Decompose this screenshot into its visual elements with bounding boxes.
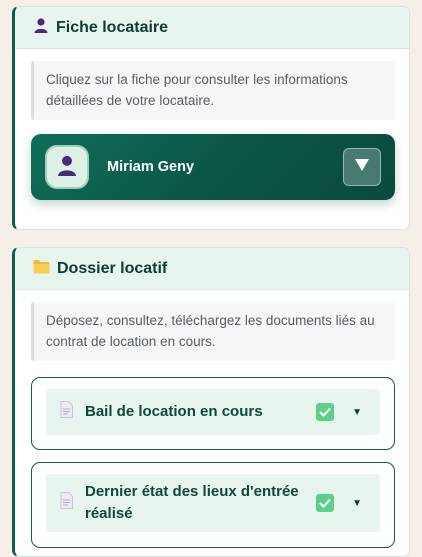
document-item[interactable]: Bail de location en cours ▼ [31,377,395,450]
document-label: Dernier état des lieux d'entrée réalisé [85,483,299,522]
checkbox-checked-icon [316,494,335,512]
user-icon [33,17,49,38]
tenant-card-title: Fiche locataire [56,18,169,36]
document-item[interactable]: Dernier état des lieux d'entrée réalisé … [31,462,395,548]
document-icon [60,492,73,514]
document-icon [60,401,73,423]
checkbox-checked-icon [316,403,335,421]
user-icon [56,154,78,181]
caret-down-icon[interactable]: ▼ [352,407,362,418]
tenant-card: Fiche locataire Cliquez sur la fiche pou… [12,6,410,230]
chevron-down-icon [354,158,370,177]
expand-tenant-button[interactable] [343,148,381,186]
tenant-sheet[interactable]: Miriam Geny [31,134,395,200]
rental-file-card: Dossier locatif Déposez, consultez, télé… [12,247,410,557]
avatar [45,145,89,189]
caret-down-icon[interactable]: ▼ [352,498,362,509]
rental-file-card-title: Dossier locatif [57,259,168,277]
rental-file-card-header: Dossier locatif [15,248,409,290]
rental-file-card-info: Déposez, consultez, téléchargez les docu… [31,302,395,361]
tenant-card-info: Cliquez sur la fiche pour consulter les … [31,61,395,120]
tenant-name: Miriam Geny [107,159,195,175]
tenant-card-header: Fiche locataire [15,7,409,49]
folder-icon [33,259,50,279]
document-label: Bail de location en cours [85,403,263,420]
